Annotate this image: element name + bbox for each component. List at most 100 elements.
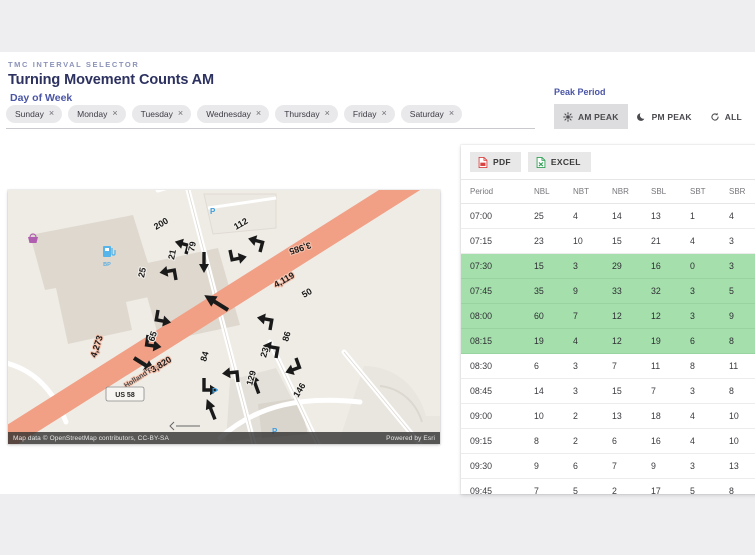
cell-nbr: 15 [612, 378, 651, 404]
cell-nbt: 9 [573, 278, 612, 304]
cell-nbr: 13 [612, 403, 651, 429]
cell-period: 08:30 [461, 353, 534, 379]
svg-text:79: 79 [186, 241, 198, 253]
peak-period-all-button[interactable]: ALL [700, 104, 751, 129]
table-row[interactable]: 07:15 23 10 15 21 4 3 [461, 228, 755, 254]
cell-sbt: 6 [690, 328, 729, 354]
cell-sbt: 0 [690, 253, 729, 279]
close-icon[interactable]: × [49, 109, 54, 119]
peak-period-pm-button[interactable]: PM PEAK [627, 104, 701, 129]
map-panel[interactable]: Holland Road US 58 BP P P 200 79 21 25 1… [8, 190, 440, 444]
app-root: TMC INTERVAL SELECTOR Turning Movement C… [0, 0, 755, 555]
table-row[interactable]: 09:15 8 2 6 16 4 10 [461, 428, 755, 454]
cell-sbl: 12 [651, 303, 690, 329]
close-icon[interactable]: × [382, 109, 387, 119]
day-chip-saturday[interactable]: Saturday × [400, 105, 463, 123]
svg-text:21: 21 [166, 249, 178, 261]
peak-period-am-button[interactable]: AM PEAK [554, 104, 628, 129]
day-chip-sunday[interactable]: Sunday × [6, 105, 63, 123]
cell-period: 09:30 [461, 453, 534, 479]
table-row[interactable]: 08:00 60 7 12 12 3 9 [461, 303, 755, 329]
day-chip-thursday[interactable]: Thursday × [275, 105, 338, 123]
map-attribution-right: Powered by Esri [386, 434, 435, 442]
table-row[interactable]: 07:00 25 4 14 13 1 4 [461, 203, 755, 229]
table-row[interactable]: 09:30 9 6 7 9 3 13 [461, 453, 755, 479]
cell-sbt: 4 [690, 428, 729, 454]
cell-nbl: 14 [534, 378, 573, 404]
cell-sbt: 3 [690, 453, 729, 479]
cell-period: 09:45 [461, 478, 534, 494]
table-export-toolbar: PDF EXCEL [461, 145, 755, 179]
table-row[interactable]: 08:45 14 3 15 7 3 8 [461, 378, 755, 404]
day-chip-friday[interactable]: Friday × [343, 105, 395, 123]
cell-nbr: 14 [612, 203, 651, 229]
table-column-header-period[interactable]: Period [461, 179, 534, 204]
export-pdf-button[interactable]: PDF [470, 152, 521, 172]
day-chip-wednesday[interactable]: Wednesday × [197, 105, 270, 123]
cell-nbr: 12 [612, 303, 651, 329]
cell-sbr: 9 [729, 303, 755, 329]
cell-period: 09:00 [461, 403, 534, 429]
cell-sbr: 4 [729, 203, 755, 229]
cell-period: 08:45 [461, 378, 534, 404]
day-chip-tuesday[interactable]: Tuesday × [131, 105, 192, 123]
map-attribution-bar: Map data © OpenStreetMap contributors, C… [8, 432, 440, 444]
cell-nbl: 9 [534, 453, 573, 479]
cell-nbl: 23 [534, 228, 573, 254]
table-row[interactable]: 09:45 7 5 2 17 5 8 [461, 478, 755, 494]
cell-nbr: 29 [612, 253, 651, 279]
peak-period-pm-label: PM PEAK [651, 111, 692, 122]
close-icon[interactable]: × [178, 109, 183, 119]
table-column-header-sbr[interactable]: SBR [729, 179, 755, 204]
peak-period-am-label: AM PEAK [578, 111, 619, 122]
map-canvas[interactable]: Holland Road US 58 BP P P 200 79 21 25 1… [8, 190, 440, 444]
cell-nbt: 5 [573, 478, 612, 494]
cell-sbr: 3 [729, 253, 755, 279]
table-header-row: Period NBL NBT NBR SBL SBT SBR [461, 179, 755, 204]
cell-nbl: 10 [534, 403, 573, 429]
table-row[interactable]: 08:15 19 4 12 19 6 8 [461, 328, 755, 354]
cell-sbl: 18 [651, 403, 690, 429]
cell-period: 07:45 [461, 278, 534, 304]
cell-nbl: 7 [534, 478, 573, 494]
table-column-header-sbt[interactable]: SBT [690, 179, 729, 204]
cell-period: 07:15 [461, 228, 534, 254]
cell-nbt: 2 [573, 428, 612, 454]
table-row[interactable]: 07:30 15 3 29 16 0 3 [461, 253, 755, 279]
cell-sbr: 13 [729, 453, 755, 479]
table-column-header-nbr[interactable]: NBR [612, 179, 651, 204]
table-header: Period NBL NBT NBR SBL SBT SBR [461, 179, 755, 204]
peak-period-button-group: AM PEAK PM PEAK ALL [554, 104, 755, 129]
cell-period: 07:30 [461, 253, 534, 279]
cell-sbt: 3 [690, 378, 729, 404]
cell-sbl: 19 [651, 328, 690, 354]
day-chip-monday[interactable]: Monday × [68, 105, 126, 123]
chips-divider [6, 128, 535, 129]
peak-period-all-label: ALL [724, 111, 742, 122]
table-column-header-nbt[interactable]: NBT [573, 179, 612, 204]
tmc-interval-table: Period NBL NBT NBR SBL SBT SBR 07:00 25 4 14 13 1 4 0… [461, 179, 755, 494]
close-icon[interactable]: × [112, 109, 117, 119]
close-icon[interactable]: × [449, 109, 454, 119]
day-chip-label: Wednesday [206, 109, 251, 119]
moon-icon [636, 112, 647, 122]
eyebrow-label: TMC INTERVAL SELECTOR [8, 60, 140, 69]
cell-sbl: 16 [651, 428, 690, 454]
day-chip-label: Sunday [15, 109, 44, 119]
refresh-icon [710, 112, 720, 122]
table-row[interactable]: 09:00 10 2 13 18 4 10 [461, 403, 755, 429]
table-row[interactable]: 08:30 6 3 7 11 8 11 [461, 353, 755, 379]
export-excel-button[interactable]: EXCEL [527, 152, 591, 172]
cell-nbt: 3 [573, 353, 612, 379]
cell-sbr: 10 [729, 403, 755, 429]
table-column-header-nbl[interactable]: NBL [534, 179, 573, 204]
excel-file-icon [536, 156, 546, 168]
cell-sbl: 32 [651, 278, 690, 304]
close-icon[interactable]: × [256, 109, 261, 119]
close-icon[interactable]: × [325, 109, 330, 119]
day-chip-label: Tuesday [140, 109, 173, 119]
cell-nbt: 10 [573, 228, 612, 254]
cell-sbr: 11 [729, 353, 755, 379]
table-row[interactable]: 07:45 35 9 33 32 3 5 [461, 278, 755, 304]
table-column-header-sbl[interactable]: SBL [651, 179, 690, 204]
